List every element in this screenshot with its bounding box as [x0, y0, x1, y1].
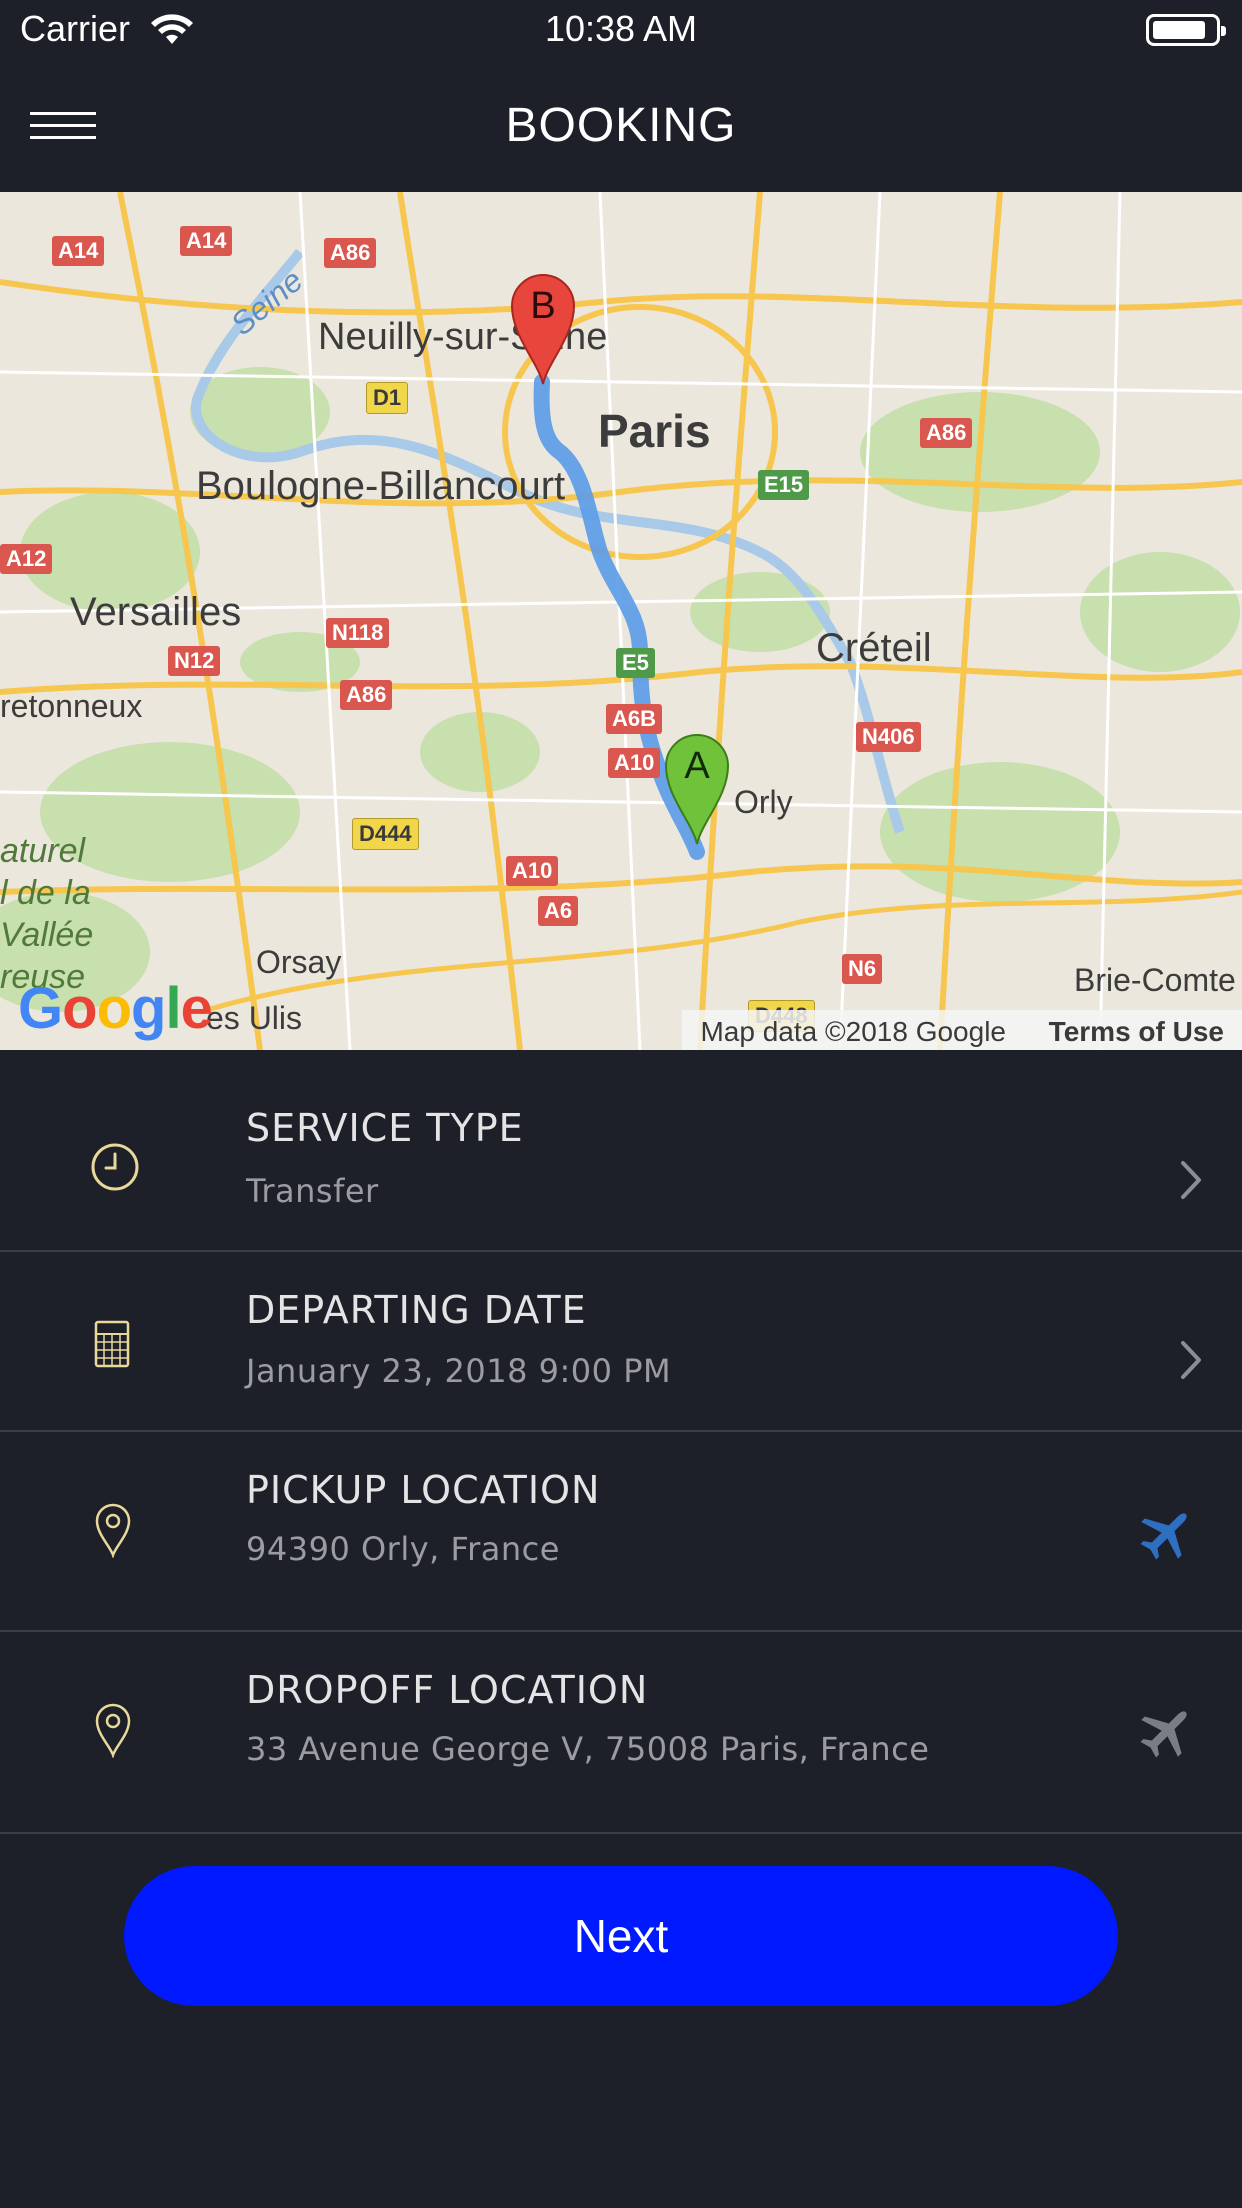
location-pin-icon [94, 1702, 132, 1762]
page-title: BOOKING [505, 99, 737, 152]
map-place-label: l de la [0, 874, 91, 912]
road-badge: D444 [352, 818, 419, 850]
status-time: 10:38 AM [544, 8, 698, 49]
next-button[interactable]: Next [124, 1866, 1118, 2006]
clock-icon [90, 1142, 140, 1196]
terms-of-use-link[interactable]: Terms of Use [1049, 1016, 1224, 1048]
map-place-label: Créteil [816, 626, 932, 670]
road-badge: A14 [180, 226, 233, 256]
road-badge: A12 [0, 544, 53, 574]
row-title: SERVICE TYPE [246, 1106, 524, 1150]
calendar-icon [94, 1320, 130, 1372]
road-badge: N6 [842, 954, 883, 984]
battery-icon [1146, 14, 1226, 46]
map-place-label: Vallée [0, 916, 94, 954]
map-place-label: Paris [598, 405, 711, 457]
departing-date-row[interactable]: DEPARTING DATE January 23, 2018 9:00 PM [0, 1252, 1242, 1432]
map-place-label: Orsay [256, 944, 342, 980]
nav-bar: BOOKING [0, 60, 1242, 192]
map-marker-start[interactable]: A [662, 730, 732, 846]
row-title: DROPOFF LOCATION [246, 1668, 649, 1712]
map-place-label: Boulogne-Billancourt [196, 464, 566, 508]
road-badge: A86 [340, 680, 393, 710]
row-value: 94390 Orly, France [246, 1530, 560, 1568]
map-place-label: aturel [0, 832, 86, 870]
map-place-label: Versailles [70, 590, 242, 634]
google-logo: Google [18, 976, 213, 1041]
road-badge: D1 [366, 382, 409, 414]
map-attribution: Map data ©2018 Google [700, 1016, 1006, 1047]
map-place-label: Orly [734, 784, 793, 820]
marker-end-label: B [530, 285, 555, 327]
road-badge: E15 [758, 470, 810, 500]
row-title: PICKUP LOCATION [246, 1468, 601, 1512]
road-badge: A10 [608, 748, 661, 778]
road-badge: N118 [326, 618, 390, 648]
airplane-icon[interactable] [1136, 1702, 1196, 1766]
road-badge: N406 [856, 722, 921, 752]
row-value: Transfer [246, 1172, 379, 1210]
road-badge: N12 [168, 646, 221, 676]
road-badge: A6B [606, 704, 663, 734]
map-place-label: es Ulis [206, 1000, 303, 1036]
map-place-label: Brie-Comte [1074, 962, 1236, 998]
location-pin-icon [94, 1502, 132, 1562]
marker-start-label: A [684, 745, 710, 787]
service-type-row[interactable]: SERVICE TYPE Transfer [0, 1050, 1242, 1252]
pickup-location-row[interactable]: PICKUP LOCATION 94390 Orly, France [0, 1432, 1242, 1632]
road-badge: A6 [538, 896, 579, 926]
road-badge: E5 [616, 648, 655, 678]
row-title: DEPARTING DATE [246, 1288, 587, 1332]
status-bar: Carrier 10:38 AM [0, 0, 1242, 60]
route-map[interactable]: Neuilly-sur-Seine Paris Boulogne-Billanc… [0, 192, 1242, 1050]
map-place-label: retonneux [0, 688, 143, 724]
road-badge: A86 [920, 418, 973, 448]
dropoff-location-row[interactable]: DROPOFF LOCATION 33 Avenue George V, 750… [0, 1632, 1242, 1834]
chevron-right-icon [1180, 1340, 1202, 1384]
road-badge: A14 [52, 236, 105, 266]
road-badge: A86 [324, 238, 377, 268]
map-marker-end[interactable]: B [508, 270, 578, 386]
road-badge: A10 [506, 856, 559, 886]
row-value: January 23, 2018 9:00 PM [246, 1352, 672, 1390]
row-value: 33 Avenue George V, 75008 Paris, France [246, 1730, 930, 1768]
chevron-right-icon [1180, 1160, 1202, 1204]
airplane-icon[interactable] [1136, 1504, 1196, 1568]
